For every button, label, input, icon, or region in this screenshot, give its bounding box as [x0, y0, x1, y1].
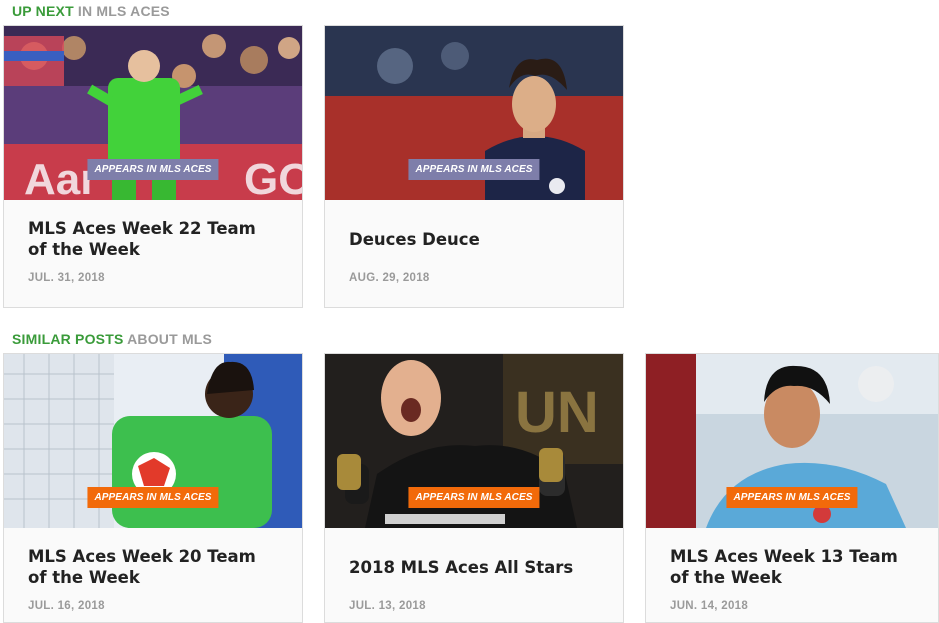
post-thumbnail[interactable]: APPEARS IN MLS ACES — [325, 26, 623, 200]
post-title[interactable]: MLS Aces Week 20 Team of the Week — [28, 546, 278, 588]
post-thumbnail[interactable]: Aar GO APPEARS IN MLS ACES — [4, 26, 302, 200]
post-card[interactable]: Aar GO APPEARS IN MLS ACES MLS Aces Week… — [3, 25, 303, 308]
up-next-heading: UP NEXT IN MLS ACES — [12, 3, 170, 19]
post-date: JUN. 14, 2018 — [670, 600, 749, 612]
similar-posts-rest: ABOUT MLS — [127, 331, 213, 347]
svg-text:GO: GO — [244, 155, 302, 200]
post-card[interactable]: APPEARS IN MLS ACES Deuces Deuce AUG. 29… — [324, 25, 624, 308]
appears-in-badge[interactable]: APPEARS IN MLS ACES — [408, 159, 540, 180]
svg-text:Aar: Aar — [24, 155, 97, 200]
similar-posts-heading: SIMILAR POSTS ABOUT MLS — [12, 331, 212, 347]
post-title[interactable]: 2018 MLS Aces All Stars — [349, 557, 599, 578]
appears-in-badge[interactable]: APPEARS IN MLS ACES — [726, 487, 858, 508]
appears-in-badge[interactable]: APPEARS IN MLS ACES — [87, 159, 219, 180]
post-card[interactable]: APPEARS IN MLS ACES MLS Aces Week 20 Tea… — [3, 353, 303, 623]
up-next-rest: IN MLS ACES — [77, 3, 170, 19]
up-next-accent: UP NEXT — [12, 3, 74, 19]
appears-in-badge[interactable]: APPEARS IN MLS ACES — [408, 487, 540, 508]
post-date: JUL. 13, 2018 — [349, 600, 426, 612]
post-title[interactable]: MLS Aces Week 22 Team of the Week — [28, 218, 278, 260]
post-card[interactable]: UN APPEARS IN MLS ACES 2018 MLS Aces All… — [324, 353, 624, 623]
svg-text:UN: UN — [515, 380, 599, 445]
post-date: JUL. 31, 2018 — [28, 272, 105, 284]
appears-in-badge[interactable]: APPEARS IN MLS ACES — [87, 487, 219, 508]
post-date: AUG. 29, 2018 — [349, 272, 430, 284]
post-thumbnail[interactable]: APPEARS IN MLS ACES — [646, 354, 938, 528]
similar-posts-accent: SIMILAR POSTS — [12, 331, 124, 347]
post-thumbnail[interactable]: UN APPEARS IN MLS ACES — [325, 354, 623, 528]
post-thumbnail[interactable]: APPEARS IN MLS ACES — [4, 354, 302, 528]
post-card[interactable]: APPEARS IN MLS ACES MLS Aces Week 13 Tea… — [645, 353, 939, 623]
post-date: JUL. 16, 2018 — [28, 600, 105, 612]
post-title[interactable]: Deuces Deuce — [349, 229, 599, 250]
post-title[interactable]: MLS Aces Week 13 Team of the Week — [670, 546, 914, 588]
